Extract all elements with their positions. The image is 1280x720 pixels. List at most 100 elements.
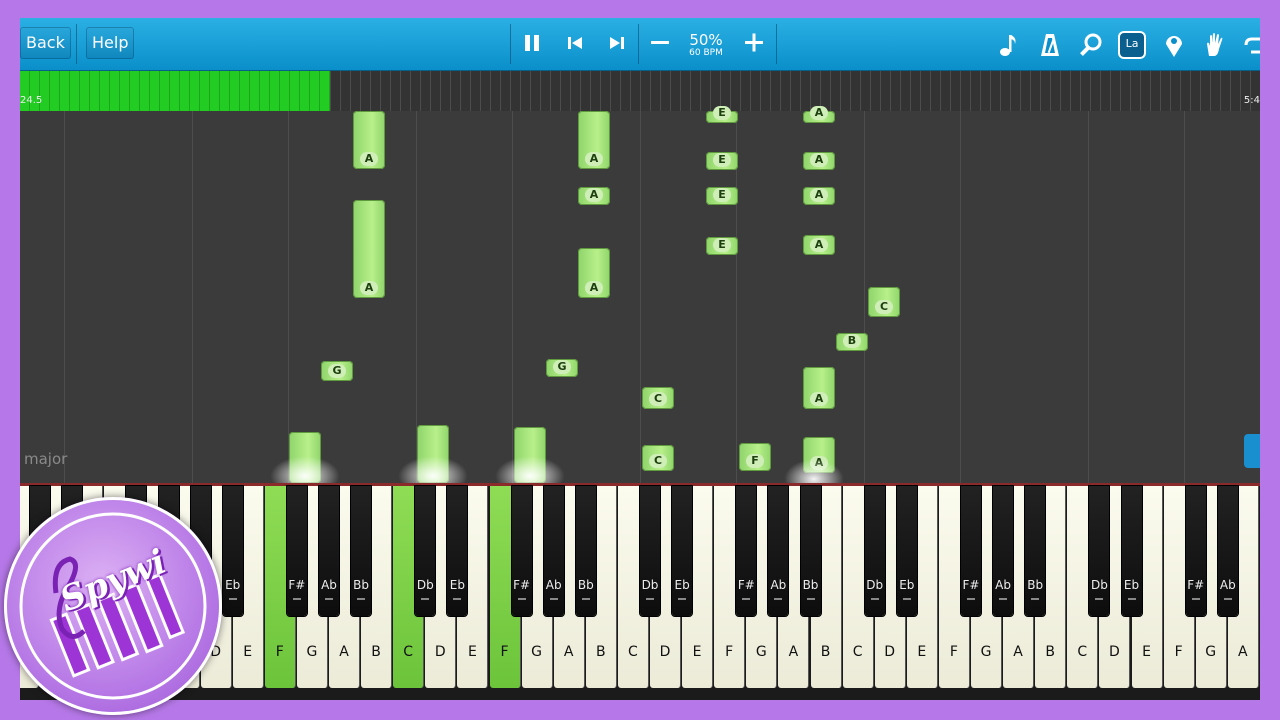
- note-label: G: [328, 364, 346, 378]
- note-label: A: [810, 392, 828, 406]
- black-key-marker: [742, 598, 751, 600]
- black-key-marker: [678, 598, 687, 600]
- black-key[interactable]: Db: [1089, 486, 1110, 616]
- location-button[interactable]: [1160, 31, 1188, 59]
- white-key-label: B: [820, 644, 831, 660]
- black-key[interactable]: F#: [1185, 486, 1206, 616]
- falling-note: F: [739, 443, 771, 471]
- note-label: F: [746, 454, 764, 468]
- falling-note: A: [803, 367, 835, 409]
- black-key[interactable]: Bb: [351, 486, 372, 616]
- back-button[interactable]: Back: [20, 27, 71, 59]
- white-key-label: A: [1013, 644, 1023, 660]
- black-key[interactable]: Eb: [896, 486, 917, 616]
- black-key[interactable]: F#: [736, 486, 757, 616]
- side-panel-handle[interactable]: [1244, 434, 1260, 468]
- black-key[interactable]: Bb: [575, 486, 596, 616]
- black-key[interactable]: Ab: [319, 486, 339, 616]
- pause-button[interactable]: [518, 27, 546, 59]
- white-key-label: A: [1238, 644, 1248, 660]
- tempo-decrease-button[interactable]: [646, 27, 674, 59]
- skip-forward-button[interactable]: [603, 27, 631, 59]
- solfege-badge-label: La: [1125, 37, 1139, 50]
- black-key-label: F#: [962, 578, 980, 592]
- black-key[interactable]: Ab: [1217, 486, 1238, 616]
- falling-note: A: [353, 200, 385, 298]
- black-key[interactable]: Ab: [768, 486, 789, 616]
- black-key-label: Db: [1090, 578, 1108, 592]
- timeline-end-time: 5:4: [1243, 95, 1260, 106]
- black-key[interactable]: Ab: [993, 486, 1014, 616]
- white-key-label: F: [500, 644, 509, 660]
- tempo-increase-button[interactable]: [740, 27, 768, 59]
- note-label: A: [810, 188, 828, 202]
- black-key[interactable]: Eb: [1121, 486, 1142, 616]
- falling-note: C: [868, 287, 900, 317]
- white-key-label: G: [531, 644, 543, 660]
- toolbar: Back Help 50% 60 BPM La: [20, 18, 1260, 71]
- hand-button[interactable]: [1201, 31, 1229, 59]
- falling-note: A: [803, 106, 835, 123]
- white-key-label: E: [1142, 644, 1151, 660]
- white-key-label: C: [1077, 644, 1088, 660]
- tempo-bpm: 60 BPM: [689, 48, 723, 58]
- black-key-label: F#: [1187, 578, 1205, 592]
- falling-note: A: [803, 152, 835, 170]
- black-key-marker: [453, 598, 462, 600]
- note-label: C: [649, 454, 667, 468]
- black-key-label: Ab: [545, 578, 562, 592]
- black-key-label: Bb: [1027, 578, 1044, 592]
- black-key[interactable]: F#: [511, 486, 532, 616]
- black-key[interactable]: Eb: [222, 486, 243, 616]
- loop-icon: [1244, 37, 1260, 54]
- white-key-label: G: [1205, 644, 1217, 660]
- black-key-marker: [325, 598, 333, 600]
- song-timeline[interactable]: 24.5 5:4: [20, 71, 1260, 111]
- white-key-label: E: [692, 644, 702, 660]
- magnifier-icon: [1080, 33, 1102, 56]
- falling-note: C: [642, 387, 674, 409]
- white-key-label: G: [306, 644, 318, 660]
- falling-note: A: [578, 187, 610, 205]
- loop-button[interactable]: [1242, 31, 1260, 59]
- black-key-label: Ab: [1219, 578, 1236, 592]
- black-key[interactable]: Eb: [672, 486, 693, 616]
- black-key-marker: [1223, 598, 1232, 600]
- pause-icon: [525, 35, 539, 51]
- black-key[interactable]: Db: [415, 486, 436, 616]
- falling-note: C: [642, 445, 674, 471]
- black-key[interactable]: Db: [864, 486, 885, 616]
- measure-line: [1088, 111, 1089, 483]
- falling-note: E: [706, 187, 738, 205]
- black-key-marker: [1031, 598, 1040, 600]
- note-label: E: [713, 153, 731, 167]
- black-key[interactable]: Eb: [447, 486, 468, 616]
- skip-back-button[interactable]: [561, 27, 589, 59]
- falling-note: E: [706, 237, 738, 255]
- white-key-label: A: [339, 644, 349, 660]
- music-note-button[interactable]: [994, 31, 1022, 59]
- note-label: A: [360, 152, 378, 166]
- timeline-start-time: 24.5: [20, 95, 43, 106]
- black-key[interactable]: F#: [961, 486, 981, 616]
- solfege-toggle-button[interactable]: La: [1118, 31, 1146, 59]
- white-key-label: A: [563, 644, 574, 660]
- search-button[interactable]: [1077, 31, 1105, 59]
- black-key[interactable]: Bb: [800, 486, 821, 616]
- metronome-button[interactable]: [1036, 31, 1064, 59]
- white-key-label: E: [917, 644, 927, 660]
- black-key-marker: [228, 598, 237, 600]
- black-key[interactable]: Ab: [543, 486, 564, 616]
- note-label: B: [843, 334, 861, 348]
- channel-logo: Spywi: [4, 497, 222, 715]
- black-key[interactable]: Db: [640, 486, 660, 616]
- black-key-marker: [870, 598, 879, 600]
- hand-icon: [1207, 33, 1223, 56]
- black-key-marker: [646, 598, 654, 600]
- black-key[interactable]: F#: [286, 486, 307, 616]
- black-key[interactable]: Bb: [1025, 486, 1046, 616]
- measure-line: [288, 111, 289, 483]
- help-button[interactable]: Help: [86, 27, 135, 59]
- white-key-label: E: [467, 644, 477, 660]
- minus-icon: [651, 41, 669, 44]
